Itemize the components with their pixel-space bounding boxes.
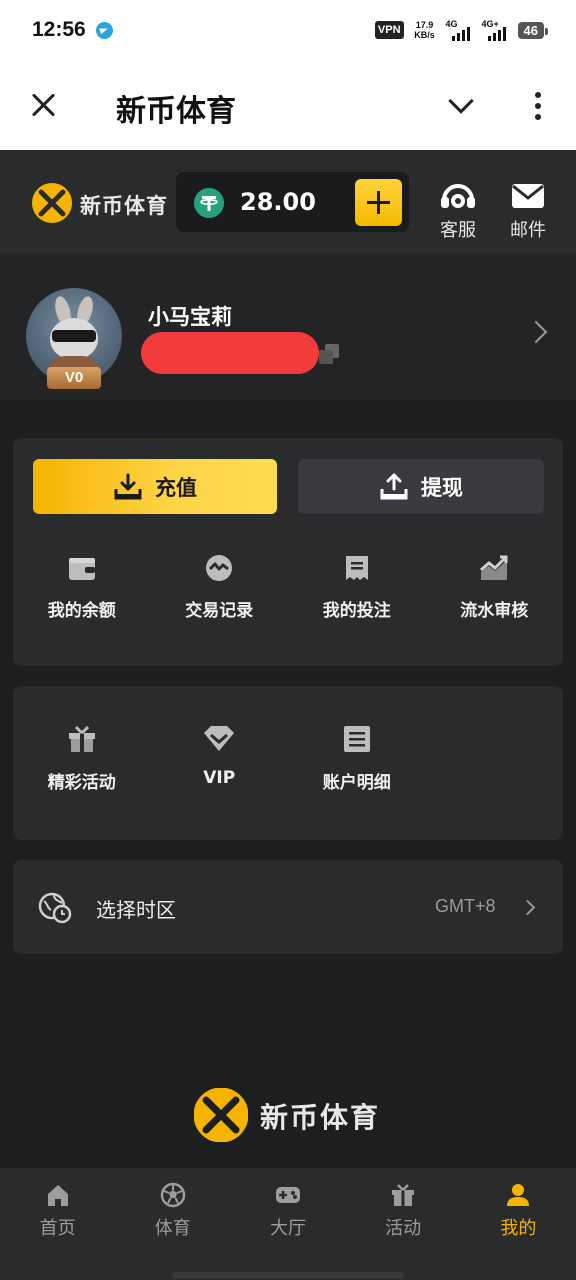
customer-service-label: 客服 <box>440 220 476 241</box>
nav-label: 活动 <box>385 1218 422 1239</box>
nav-label: 首页 <box>39 1218 76 1239</box>
wallet-panel: 充值 提现 我的余额 交易记录 我的投注 流水审核 <box>13 438 563 666</box>
diamond-icon <box>204 726 235 751</box>
nav-label: 大厅 <box>269 1218 306 1239</box>
grid-label: 交易记录 <box>185 601 254 621</box>
gamepad-icon <box>275 1187 300 1203</box>
timezone-label: 选择时区 <box>96 898 176 922</box>
add-funds-button[interactable] <box>355 179 402 226</box>
grid-item-account-details[interactable]: 账户明细 <box>288 724 426 793</box>
grid-item-balance[interactable]: 我的余额 <box>13 554 151 621</box>
redacted-user-id <box>141 332 319 374</box>
nav-item-home[interactable]: 首页 <box>0 1168 115 1280</box>
receipt-icon <box>345 556 368 580</box>
grid-label: 账户明细 <box>322 773 391 793</box>
withdraw-button[interactable]: 提现 <box>298 459 544 514</box>
battery-icon: 46 <box>517 21 549 39</box>
brand-name: 新币体育 <box>80 194 168 218</box>
usdt-icon <box>194 188 224 218</box>
mail-button[interactable]: 邮件 <box>503 180 553 242</box>
grid-item-vip[interactable]: VIP <box>151 724 289 793</box>
mail-label: 邮件 <box>510 220 546 241</box>
grid-item-bets[interactable]: 我的投注 <box>288 554 426 621</box>
nav-label: 体育 <box>154 1218 191 1239</box>
globe-clock-icon <box>38 892 72 924</box>
soccer-ball-icon <box>160 1182 186 1208</box>
status-time: 12:56 <box>32 18 86 41</box>
grid-item-promotions[interactable]: 精彩活动 <box>13 724 151 793</box>
app-header: 新币体育 28.00 客服 邮件 <box>0 150 576 254</box>
nav-item-promotions[interactable]: 活动 <box>346 1168 461 1280</box>
grid-label: 流水审核 <box>460 601 529 621</box>
chevron-right-icon <box>519 899 536 916</box>
grid-label: 我的投注 <box>322 601 391 621</box>
grid-label: 精彩活动 <box>47 773 116 793</box>
status-bar: 12:56 VPN 17.9 KB/s 4G 4G+ 46 <box>0 0 576 62</box>
deposit-label: 充值 <box>155 475 197 500</box>
chevron-down-icon[interactable] <box>448 90 474 116</box>
grid-label: 我的余额 <box>47 601 116 621</box>
copy-icon[interactable] <box>316 342 342 366</box>
home-indicator[interactable] <box>172 1272 404 1278</box>
document-list-icon <box>343 726 370 752</box>
headset-icon <box>441 184 475 208</box>
signal-2-icon: 4G+ <box>482 19 510 41</box>
trend-chart-icon <box>480 555 508 580</box>
download-tray-icon <box>114 473 142 499</box>
gift-icon <box>392 1184 415 1206</box>
telegram-icon <box>96 22 113 39</box>
grid-item-transactions[interactable]: 交易记录 <box>151 554 289 621</box>
nav-item-me[interactable]: 我的 <box>461 1168 576 1280</box>
timezone-row[interactable]: 选择时区 GMT+8 <box>13 860 563 954</box>
withdraw-label: 提现 <box>421 475 463 500</box>
bottom-nav: 首页 体育 大厅 活动 我的 <box>0 1168 576 1280</box>
chevron-right-icon[interactable] <box>524 320 548 344</box>
home-icon <box>47 1185 68 1206</box>
deposit-button[interactable]: 充值 <box>33 459 277 514</box>
nav-label: 我的 <box>500 1218 537 1239</box>
grid-item-turnover[interactable]: 流水审核 <box>426 554 564 621</box>
speed-value: 17.9 <box>415 20 434 30</box>
quick-grid: 我的余额 交易记录 我的投注 流水审核 <box>13 554 563 621</box>
username: 小马宝莉 <box>148 305 232 329</box>
mail-icon <box>512 184 544 208</box>
vip-level-badge: V0 <box>47 367 101 389</box>
nav-item-sports[interactable]: 体育 <box>115 1168 230 1280</box>
timezone-value: GMT+8 <box>435 896 496 916</box>
status-indicators: VPN 17.9 KB/s 4G 4G+ 46 <box>374 19 549 41</box>
profile-card[interactable]: V0 小马宝莉 <box>0 254 576 400</box>
footer-logo-icon <box>194 1088 248 1142</box>
grid-label: VIP <box>203 768 236 788</box>
more-options-icon[interactable] <box>526 92 550 122</box>
network-speed: 17.9 KB/s <box>412 20 438 40</box>
nav-item-lobby[interactable]: 大厅 <box>230 1168 345 1280</box>
user-icon <box>507 1184 530 1206</box>
brand-logo-icon <box>32 183 72 223</box>
title-bar: 新币体育 <box>0 62 576 150</box>
more-grid: 精彩活动 VIP 账户明细 <box>13 724 563 793</box>
wallet-icon <box>68 558 95 580</box>
customer-service-button[interactable]: 客服 <box>433 180 483 242</box>
exchange-icon <box>206 555 233 581</box>
page-title: 新币体育 <box>116 94 236 129</box>
signal-1-icon: 4G <box>446 19 474 41</box>
features-panel: 精彩活动 VIP 账户明细 <box>13 686 563 840</box>
close-icon[interactable] <box>30 90 58 118</box>
balance-amount: 28.00 <box>240 188 316 216</box>
footer-brand-name: 新币体育 <box>260 1101 381 1134</box>
balance-box: 28.00 <box>176 172 409 232</box>
speed-unit: KB/s <box>414 30 435 40</box>
gift-icon <box>68 725 95 752</box>
vpn-badge: VPN <box>374 21 404 39</box>
upload-tray-icon <box>380 473 408 499</box>
